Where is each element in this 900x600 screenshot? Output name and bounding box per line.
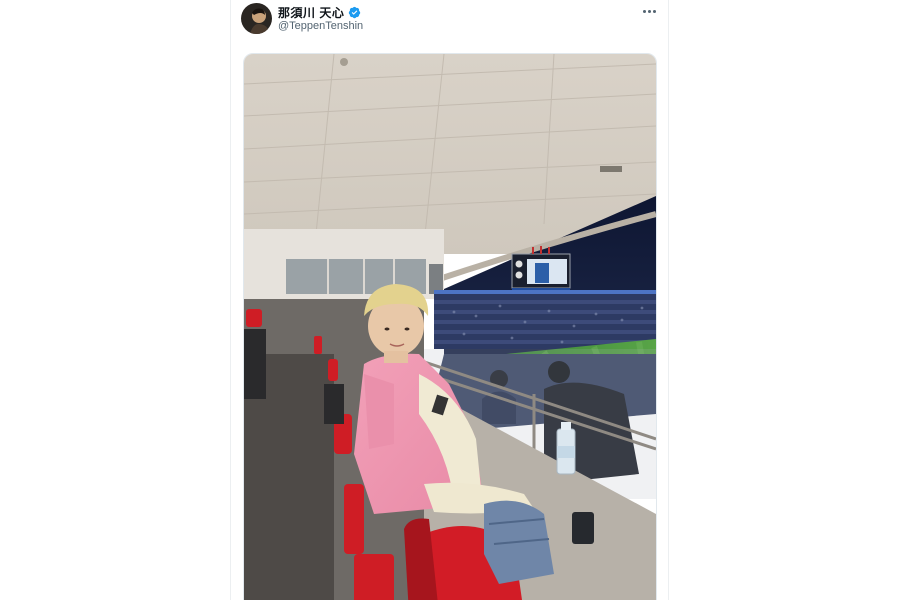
avatar-photo-icon — [241, 3, 272, 34]
stadium-photo — [244, 54, 656, 600]
more-horizontal-icon — [642, 9, 646, 13]
author-handle[interactable]: @TeppenTenshin — [278, 20, 363, 32]
tweet-card: 那須川 天心 @TeppenTenshin — [230, 0, 669, 600]
author-name-row[interactable]: 那須川 天心 — [278, 4, 361, 21]
page: 那須川 天心 @TeppenTenshin — [0, 0, 900, 600]
author-avatar[interactable] — [241, 3, 272, 34]
verified-badge-icon — [348, 6, 361, 19]
tweet-photo[interactable] — [243, 53, 657, 600]
more-options-button[interactable] — [639, 3, 659, 19]
author-display-name: 那須川 天心 — [278, 6, 345, 20]
